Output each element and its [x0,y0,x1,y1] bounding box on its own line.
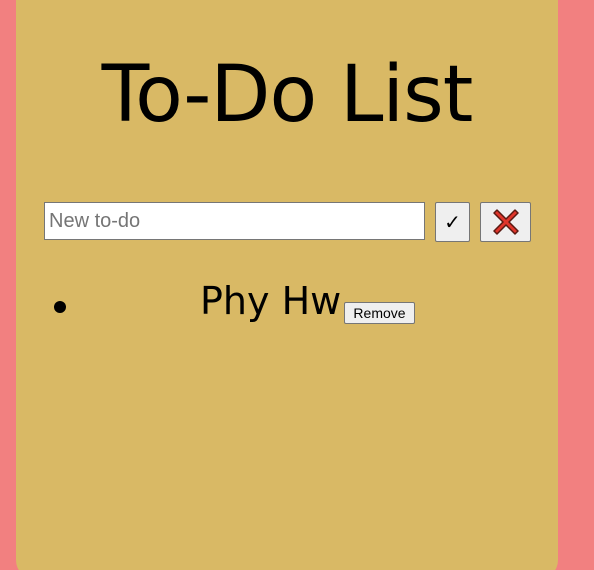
todo-item: Phy Hw Remove [16,282,558,332]
red-x-icon [492,209,519,235]
new-todo-input[interactable] [44,202,425,240]
remove-todo-button[interactable]: Remove [344,302,415,324]
todo-item-text: Phy Hw [200,279,342,323]
list-bullet [54,301,66,313]
add-todo-button[interactable]: ✓ [435,202,470,242]
todo-card: To-Do List ✓ Phy Hw Remove [16,0,558,570]
todo-list: Phy Hw Remove [16,282,558,332]
clear-input-button[interactable] [480,202,531,242]
page-title: To-Do List [101,50,474,140]
new-todo-row: ✓ [44,202,534,242]
